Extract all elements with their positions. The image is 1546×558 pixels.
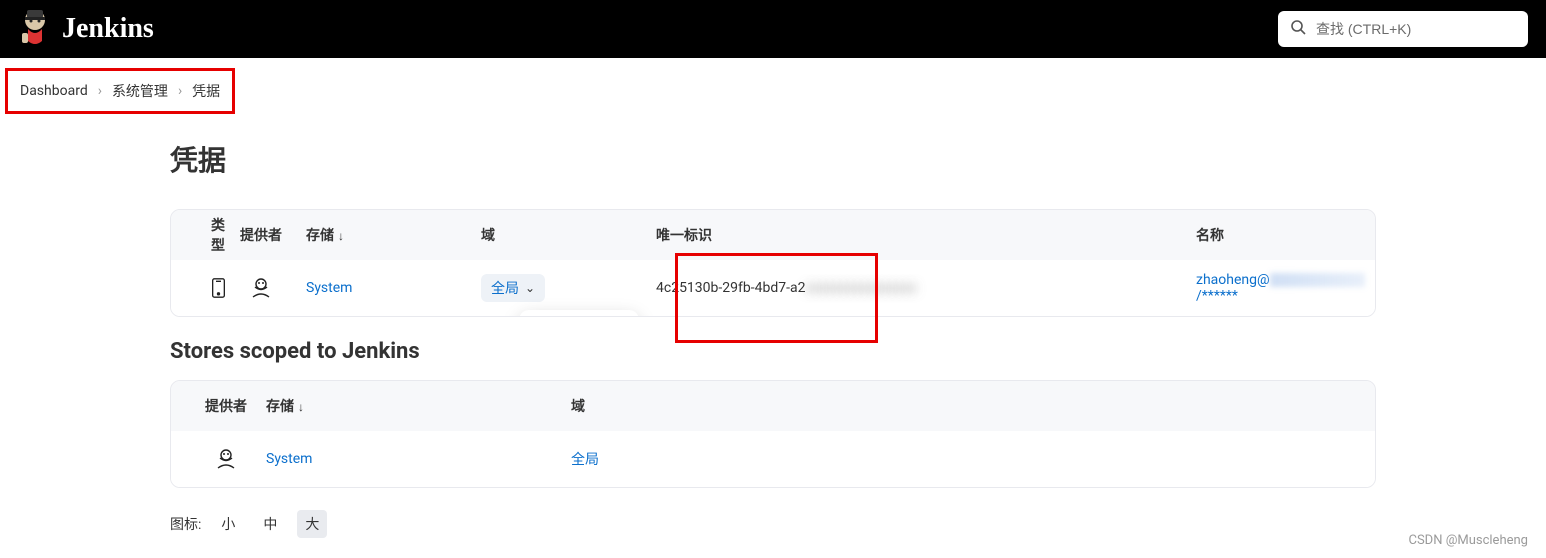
breadcrumb-system-manage[interactable]: 系统管理 <box>112 81 168 101</box>
domain-label: 全局 <box>491 278 519 298</box>
domain-link[interactable]: 全局 <box>571 452 599 468</box>
table-header-row: 提供者 存储↓ 域 <box>171 381 1375 431</box>
top-header: Jenkins <box>0 0 1546 58</box>
domain-cell: 全局 ⌄ 添加凭据 <box>481 274 656 302</box>
store-link[interactable]: System <box>266 451 312 467</box>
breadcrumb-credentials[interactable]: 凭据 <box>192 81 220 101</box>
credential-type-icon <box>171 276 226 300</box>
credential-id: 4c25130b-29fb-4bd7-a2xxxxxxxxxxxxxxxx <box>656 280 1196 296</box>
icon-size-controls: 图标: 小 中 大 <box>170 510 1376 538</box>
col-type[interactable]: 类型 <box>171 215 226 255</box>
domain-dropdown-menu: 添加凭据 <box>519 310 639 317</box>
main-content: 凭据 类型 提供者 存储↓ 域 唯一标识 名称 <box>0 114 1546 538</box>
watermark: CSDN @Muscleheng <box>1408 533 1528 548</box>
provider-icon <box>171 447 251 471</box>
domain-dropdown-trigger[interactable]: 全局 ⌄ <box>481 274 545 302</box>
brand[interactable]: Jenkins <box>18 7 154 51</box>
col-id[interactable]: 唯一标识 <box>656 225 1196 245</box>
col-provider[interactable]: 提供者 <box>171 396 251 416</box>
icon-size-medium[interactable]: 中 <box>255 510 285 538</box>
credentials-table: 类型 提供者 存储↓ 域 唯一标识 名称 System <box>170 209 1376 317</box>
breadcrumb: Dashboard › 系统管理 › 凭据 <box>20 81 220 101</box>
col-domain[interactable]: 域 <box>481 225 656 245</box>
col-store[interactable]: 存储↓ <box>296 225 481 245</box>
chevron-right-icon: › <box>98 83 102 99</box>
store-link[interactable]: System <box>306 280 352 296</box>
col-provider[interactable]: 提供者 <box>226 225 296 245</box>
col-name[interactable]: 名称 <box>1196 225 1375 245</box>
chevron-down-icon: ⌄ <box>525 281 535 295</box>
brand-name: Jenkins <box>62 13 154 45</box>
search-icon <box>1290 19 1306 39</box>
section-stores-title: Stores scoped to Jenkins <box>170 339 1376 364</box>
icon-size-small[interactable]: 小 <box>213 510 243 538</box>
icon-size-label: 图标: <box>170 514 201 534</box>
col-store[interactable]: 存储↓ <box>251 396 571 416</box>
table-row: System 全局 ⌄ 添加凭据 <box>171 260 1375 316</box>
search-input[interactable] <box>1316 21 1516 37</box>
col-domain[interactable]: 域 <box>571 396 1375 416</box>
breadcrumb-highlight: Dashboard › 系统管理 › 凭据 <box>5 68 235 114</box>
search-box[interactable] <box>1278 11 1528 47</box>
credential-name[interactable]: zhaoheng@/****** <box>1196 272 1375 304</box>
icon-size-large[interactable]: 大 <box>297 510 327 538</box>
page-title: 凭据 <box>170 139 1376 179</box>
jenkins-logo-icon <box>18 7 52 51</box>
provider-icon <box>226 276 296 300</box>
sort-down-icon: ↓ <box>298 400 304 414</box>
stores-table: 提供者 存储↓ 域 System 全局 <box>170 380 1376 488</box>
sort-down-icon: ↓ <box>338 229 344 243</box>
breadcrumb-dashboard[interactable]: Dashboard <box>20 83 88 99</box>
table-header-row: 类型 提供者 存储↓ 域 唯一标识 名称 <box>171 210 1375 260</box>
table-row: System 全局 <box>171 431 1375 487</box>
chevron-right-icon: › <box>178 83 182 99</box>
